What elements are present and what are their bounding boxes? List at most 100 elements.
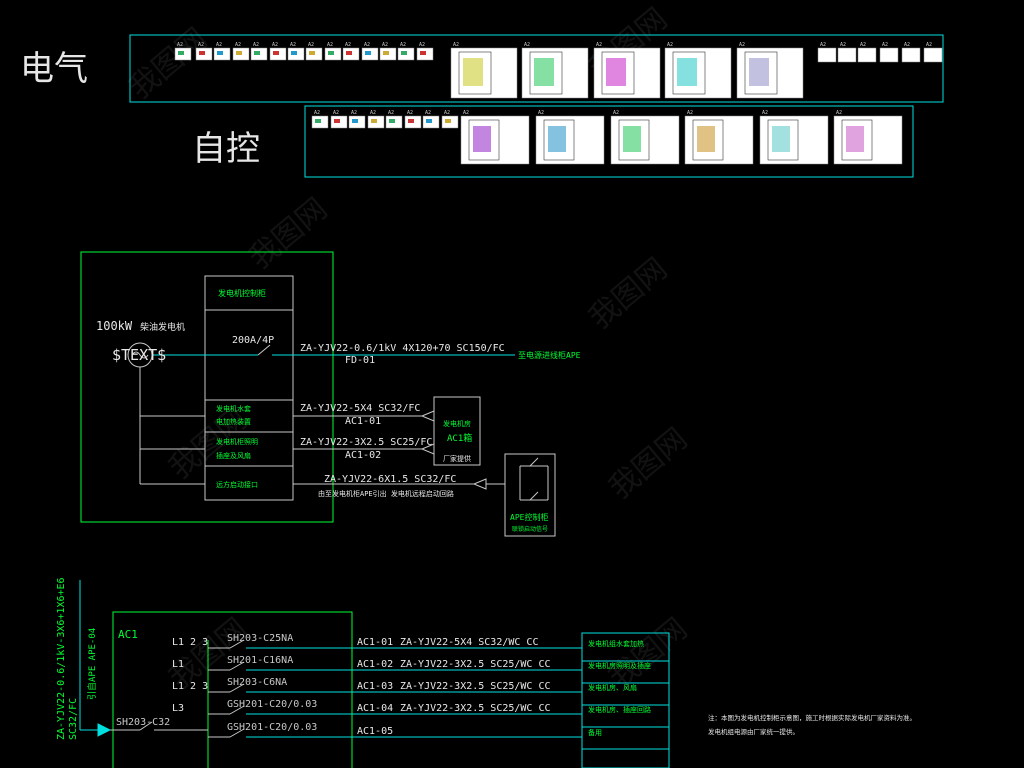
sheet-thumbnail[interactable] [305, 47, 323, 61]
sheet-thumbnail[interactable] [535, 115, 605, 165]
watermark-text: 我图网 [243, 191, 334, 276]
row2-label1: 发电机柜照明 [216, 437, 258, 446]
sheet-thumbnail[interactable] [174, 47, 192, 61]
sheet-thumbnail[interactable] [817, 47, 837, 63]
note-line2: 发电机组电源由厂家统一提供。 [708, 727, 799, 736]
sheet-tag: A2 [314, 110, 320, 116]
sheet-tag: A2 [882, 42, 888, 48]
ape-box-label1: APE控制柜 [510, 512, 548, 522]
sheet-thumbnail[interactable] [269, 47, 287, 61]
generator-power-desc: 柴油发电机 [140, 321, 185, 333]
circuit-id: AC1-01 [357, 637, 393, 648]
sheet-thumbnail[interactable] [250, 47, 268, 61]
ac1-box-line3: 厂家提供 [443, 454, 471, 463]
sheet-tag: A2 [820, 42, 826, 48]
sheet-thumbnail[interactable] [330, 115, 348, 129]
sheet-thumbnail[interactable] [367, 115, 385, 129]
generator-enclosure [80, 251, 334, 523]
ape-box-label2: 联锁启动信号 [512, 525, 548, 533]
watermark-text: 我图网 [123, 21, 214, 106]
sheet-tag: A2 [327, 42, 333, 48]
sheet-tag: A2 [425, 110, 431, 116]
sheet-thumbnail[interactable] [450, 47, 518, 99]
incoming-conduit: SC32/FC [68, 698, 79, 740]
incoming-source: 引自APE APE-04 [86, 628, 98, 700]
sheet-thumbnail[interactable] [736, 47, 804, 99]
sheet-thumbnail[interactable] [404, 115, 422, 129]
sheet-thumbnail[interactable] [460, 115, 530, 165]
electrical-label: 电气 [20, 49, 88, 89]
main-circuit: FD-01 [345, 355, 375, 366]
sheet-thumbnail[interactable] [521, 47, 589, 99]
ac1-circuit: L1 2 3 SH203-C6NA AC1-03 ZA-YJV22-3X2.5 SC2… [172, 677, 637, 693]
sheet-thumbnail[interactable] [422, 115, 440, 129]
sheet-thumbnail[interactable] [232, 47, 250, 61]
sheet-thumbnail[interactable] [348, 115, 366, 129]
circuit-cable: ZA-YJV22-3X2.5 SC25/WC CC [400, 681, 551, 692]
sheet-thumbnail[interactable] [684, 115, 754, 165]
watermark-text: 我图网 [583, 251, 674, 336]
row1-cable: ZA-YJV22-5X4 SC32/FC [300, 403, 420, 414]
sheet-thumbnail[interactable] [759, 115, 829, 165]
sheet-tag: A2 [382, 42, 388, 48]
sheet-thumbnail[interactable] [923, 47, 943, 63]
circuit-cable: ZA-YJV22-3X2.5 SC25/WC CC [400, 703, 551, 714]
sheet-tag: A2 [272, 42, 278, 48]
circuit-load: 发电机房、风扇 [588, 683, 637, 692]
sheet-thumbnail[interactable] [195, 47, 213, 61]
sheet-thumbnail[interactable] [287, 47, 305, 61]
row3-cable: ZA-YJV22-6X1.5 SC32/FC [324, 474, 456, 485]
sheet-tag: A2 [253, 42, 259, 48]
sheet-thumbnail[interactable] [837, 47, 857, 63]
sheet-tag: A2 [836, 110, 842, 116]
sheet-thumbnail[interactable] [879, 47, 899, 63]
sheet-thumbnail[interactable] [416, 47, 434, 61]
sheet-thumbnail[interactable] [311, 115, 329, 129]
ac1-circuit: L1 SH201-C16NA AC1-02 ZA-YJV22-3X2.5 SC25/W… [172, 655, 651, 671]
sheet-thumbnail[interactable] [397, 47, 415, 61]
circuit-id: AC1-04 [357, 703, 393, 714]
circuit-cable: ZA-YJV22-5X4 SC32/WC CC [400, 637, 538, 648]
circuit-id: AC1-05 [357, 726, 393, 737]
row2-cable: ZA-YJV22-3X2.5 SC25/FC [300, 437, 432, 448]
generator-labels: 100kW 柴油发电机 $TEXT$ 发电机控制柜 200A/4P ZA-YJV… [96, 288, 581, 533]
sheet-tag: A2 [388, 110, 394, 116]
sheet-thumbnail[interactable] [342, 47, 360, 61]
sheet-thumbnail[interactable] [833, 115, 903, 165]
circuit-load: 发电机组水套加热 [588, 639, 644, 648]
row3-label1: 远方启动接口 [216, 480, 258, 489]
sheet-thumbnail[interactable] [593, 47, 661, 99]
main-breaker: 200A/4P [232, 335, 274, 346]
ac1-box-line2: AC1箱 [447, 432, 472, 444]
sheet-thumbnail[interactable] [213, 47, 231, 61]
sheet-tag: A2 [419, 42, 425, 48]
sheet-thumbnail[interactable] [379, 47, 397, 61]
remote-start-note: 由至发电机柜APE引出 发电机远程启动回路 [318, 489, 454, 498]
sheet-tag: A2 [400, 42, 406, 48]
sheet-tag: A2 [739, 42, 745, 48]
sheet-thumbnail[interactable] [901, 47, 921, 63]
sheet-tag: A2 [370, 110, 376, 116]
ac1-title: AC1 [118, 628, 138, 641]
sheet-thumbnail[interactable] [324, 47, 342, 61]
automation-label: 自控 [192, 129, 260, 169]
sheet-tag: A2 [840, 42, 846, 48]
circuit-id: AC1-02 [357, 659, 393, 670]
generator-symbol-text: $TEXT$ [112, 346, 166, 364]
sheet-thumbnail[interactable] [385, 115, 403, 129]
sheet-thumbnail[interactable] [361, 47, 379, 61]
circuit-breaker: GSH201-C20/0.03 [227, 722, 317, 733]
sheet-tag: A2 [524, 42, 530, 48]
sheet-thumbnail[interactable] [664, 47, 732, 99]
generator-panel-title: 发电机控制柜 [218, 288, 266, 298]
sheet-tag: A2 [364, 42, 370, 48]
sheet-thumbnail[interactable] [441, 115, 459, 129]
circuit-breaker: SH203-C25NA [227, 633, 293, 644]
sheet-tag: A2 [333, 110, 339, 116]
sheet-tag: A2 [926, 42, 932, 48]
main-destination: 至电源进线柜APE [518, 350, 581, 360]
sheet-thumbnail[interactable] [857, 47, 877, 63]
sheet-tag: A2 [904, 42, 910, 48]
sheet-thumbnail[interactable] [610, 115, 680, 165]
sheet-tag: A2 [308, 42, 314, 48]
